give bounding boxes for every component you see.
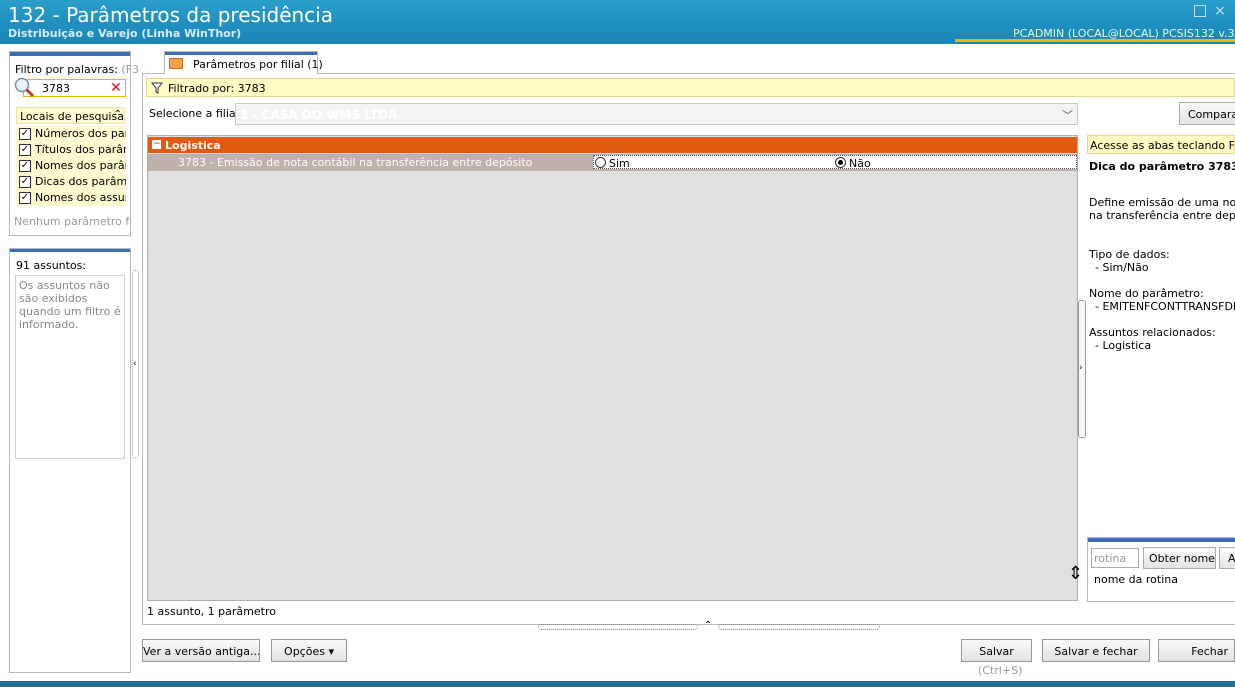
salvar-button[interactable]: Salvar [961, 639, 1032, 662]
chevron-left-icon[interactable]: ‹ [133, 359, 137, 369]
group-row[interactable]: − Logistica [148, 137, 1077, 153]
grid-summary: 1 assunto, 1 parâmetro [147, 605, 276, 618]
chevron-down-icon[interactable]: ﹀ [1062, 107, 1073, 123]
a-button[interactable]: A [1219, 547, 1235, 569]
splitter-grip[interactable] [718, 624, 880, 630]
locais-pesquisa-toggle[interactable]: Locais de pesquisa ⌃ [16, 107, 125, 124]
parameters-grid: − Logistica 3783 - Emissão de nota contá… [147, 135, 1083, 601]
nome-value: - EMITENFCONTTRANSFDEPOSITO [1095, 300, 1235, 313]
tab-accent [165, 52, 317, 55]
window-title: 132 - Parâmetros da presidência [8, 3, 333, 27]
check-label: Números dos parâmetros [35, 127, 126, 140]
filter-label-text: Filtro por palavras: [15, 63, 118, 76]
radio-sim-label[interactable]: Sim [609, 157, 630, 170]
nome-rotina-text: nome da rotina [1094, 573, 1178, 586]
check-label: Títulos dos parâmetros [35, 143, 126, 156]
filtered-by-bar: Filtrado por: 3783 [146, 78, 1235, 97]
bottom-splitter[interactable]: ⌃ [538, 620, 880, 631]
checkbox-icon[interactable]: ✓ [19, 160, 31, 172]
assuntos-panel: 91 assuntos: Os assuntos não são exibido… [9, 248, 131, 673]
close-icon[interactable]: × [1214, 4, 1226, 18]
check-numeros[interactable]: ✓ Números dos parâmetros [16, 126, 126, 142]
radio-nao[interactable] [835, 157, 846, 168]
chevron-up-icon[interactable]: ⌃ [704, 620, 712, 631]
check-nomes[interactable]: ✓ Nomes dos parâmetros [16, 158, 126, 174]
search-icon [14, 77, 35, 98]
locais-label: Locais de pesquisa [20, 110, 124, 123]
window-subtitle: Distribuição e Varejo (Linha WinThor) [8, 27, 242, 40]
assuntos-count: 91 assuntos: [16, 259, 87, 272]
group-label: Logistica [165, 139, 221, 152]
filter-label: Filtro por palavras: (F3 [15, 63, 139, 76]
tab-parametros-filial[interactable]: Parâmetros por filial (1) [164, 51, 323, 74]
param-row[interactable]: 3783 - Emissão de nota contábil na trans… [148, 154, 1077, 171]
dica-desc-line2: na transferência entre depósitos [1089, 209, 1235, 222]
filter-input-value[interactable]: 3783 [42, 82, 70, 95]
filtered-by-text: Filtrado por: 3783 [168, 82, 266, 95]
filial-label: Selecione a filial: [149, 107, 243, 120]
tipo-label: Tipo de dados: [1089, 248, 1170, 261]
filter-panel: Filtro por palavras: (F3 3783 ✕ Locais d… [9, 51, 139, 236]
check-titulos[interactable]: ✓ Títulos dos parâmetros [16, 142, 126, 158]
dica-title: Dica do parâmetro 3783: [1089, 160, 1235, 173]
assuntos-list: Os assuntos não são exibidos quando um f… [15, 275, 125, 459]
window-bottom-border [0, 681, 1235, 687]
param-label: 3783 - Emissão de nota contábil na trans… [178, 156, 533, 169]
left-splitter[interactable]: ‹ [132, 270, 139, 458]
filial-value[interactable]: 1 - CASA DO WMS LTDA [240, 108, 397, 122]
panel-accent [10, 52, 130, 56]
title-accent-line [955, 39, 1235, 42]
fechar-button[interactable]: Fechar [1158, 639, 1235, 662]
ver-versao-antiga-button[interactable]: Ver a versão antiga... [142, 639, 260, 662]
check-dicas[interactable]: ✓ Dicas dos parâmetros [16, 174, 126, 190]
check-label: Nomes dos assuntos [35, 191, 126, 204]
assuntos-rel-label: Assuntos relacionados: [1089, 326, 1216, 339]
no-results-text: Nenhum parâmetro foi [14, 215, 130, 228]
panel-accent [10, 249, 130, 252]
opcoes-button[interactable]: Opções ▾ [271, 639, 347, 662]
radio-nao-label[interactable]: Não [849, 157, 871, 170]
check-assuntos[interactable]: ✓ Nomes dos assuntos [16, 190, 126, 206]
checkbox-icon[interactable]: ✓ [19, 144, 31, 156]
collapse-icon[interactable]: − [152, 140, 161, 149]
right-splitter[interactable]: › [1078, 300, 1086, 438]
splitter-grip[interactable] [538, 624, 698, 630]
tipo-value: - Sim/Não [1095, 261, 1149, 274]
tab-label: Parâmetros por filial (1) [193, 58, 323, 71]
check-label: Dicas dos parâmetros [35, 175, 126, 188]
checkbox-icon[interactable]: ✓ [19, 176, 31, 188]
filial-select[interactable]: 1 - CASA DO WMS LTDA ﹀ [235, 103, 1078, 125]
restore-icon[interactable] [1194, 5, 1206, 17]
rotina-input[interactable]: rotina [1091, 548, 1139, 568]
chevron-right-icon[interactable]: › [1079, 363, 1083, 373]
param-options: Sim Não [593, 155, 1077, 170]
dica-desc-line1: Define emissão de uma nota contábil [1089, 196, 1235, 209]
checkbox-icon[interactable]: ✓ [19, 192, 31, 204]
comparar-button[interactable]: Comparar [1179, 102, 1235, 125]
chevron-up-icon[interactable]: ⌃ [114, 109, 122, 120]
filter-shortcut-hint: (F3 [121, 63, 140, 76]
radio-sim[interactable] [595, 157, 606, 168]
checkbox-icon[interactable]: ✓ [19, 128, 31, 140]
salvar-fechar-button[interactable]: Salvar e fechar [1042, 639, 1150, 662]
search-locations-list: ✓ Números dos parâmetros ✓ Títulos dos par… [16, 126, 126, 206]
resize-cursor-icon: ⇕ [1068, 563, 1084, 584]
salvar-shortcut: (Ctrl+S) [978, 664, 1023, 677]
nome-label: Nome do parâmetro: [1089, 287, 1204, 300]
funnel-icon [151, 82, 163, 94]
clear-filter-icon[interactable]: ✕ [110, 80, 122, 96]
assuntos-rel-value: - Logistica [1095, 339, 1152, 352]
check-label: Nomes dos parâmetros [35, 159, 126, 172]
tabs-hint: Acesse as abas teclando F2 [1087, 135, 1235, 154]
filter-input[interactable]: 3783 ✕ [23, 79, 126, 97]
panel-accent [1088, 538, 1235, 542]
folder-icon [169, 58, 183, 69]
obter-nome-button[interactable]: Obter nome [1143, 547, 1216, 569]
rotina-panel: rotina Obter nome A nome da rotina [1087, 537, 1235, 602]
title-bar: 132 - Parâmetros da presidência Distribu… [0, 0, 1235, 44]
